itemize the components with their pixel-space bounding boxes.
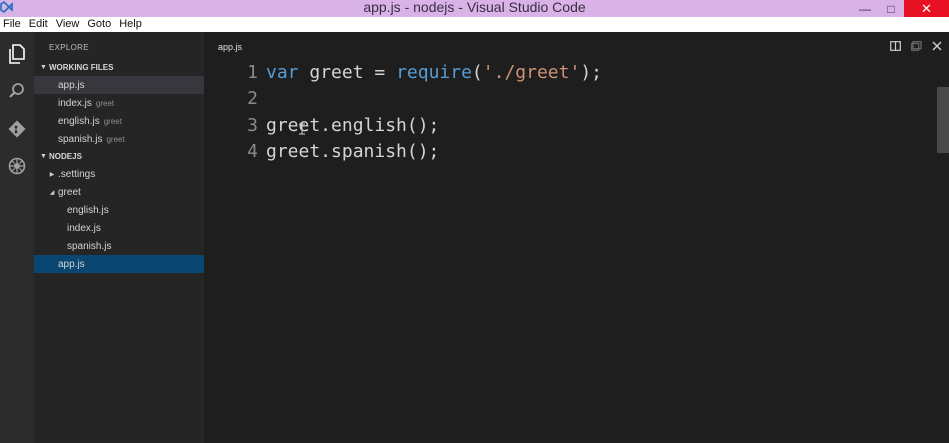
file-item[interactable]: english.js <box>34 201 204 219</box>
file-label: spanish.js <box>67 240 112 252</box>
file-item-selected[interactable]: app.js <box>34 255 204 273</box>
line-number: 4 <box>247 141 258 162</box>
chevron-right-icon: ▶ <box>49 171 55 178</box>
menu-view[interactable]: View <box>53 17 85 32</box>
code-token: greet = <box>298 61 397 83</box>
working-file-folder-hint: greet <box>106 134 125 144</box>
git-icon[interactable] <box>6 118 28 140</box>
menu-help[interactable]: Help <box>116 17 147 32</box>
code-token: greet.spanish(); <box>266 141 440 162</box>
code-line[interactable]: 2 <box>204 86 266 112</box>
working-file-folder-hint: greet <box>95 98 115 108</box>
code-text[interactable]: greet.spanish(); <box>266 141 439 162</box>
activity-bar <box>0 32 34 443</box>
code-token: require <box>396 61 472 83</box>
file-item[interactable]: spanish.js <box>34 237 204 255</box>
maximize-button[interactable]: □ <box>878 0 904 17</box>
working-file-item[interactable]: index.js greet <box>34 94 204 112</box>
explorer-sidebar: EXPLORE ▼ WORKING FILES app.js index.js … <box>34 32 204 443</box>
split-editor-icon[interactable] <box>889 40 901 52</box>
code-token: ( <box>471 61 483 83</box>
search-icon[interactable] <box>6 80 28 102</box>
working-file-item[interactable]: spanish.js greet <box>34 130 204 148</box>
code-token: './greet' <box>482 61 581 83</box>
file-label: index.js <box>67 222 101 234</box>
working-file-item[interactable]: english.js greet <box>34 112 204 130</box>
working-file-item[interactable]: app.js <box>34 76 204 94</box>
code-text[interactable]: greet.english(); <box>266 115 439 136</box>
working-file-label: app.js <box>58 79 85 91</box>
folder-item-settings[interactable]: ▶ .settings <box>34 165 204 183</box>
working-file-label: english.js <box>58 115 100 127</box>
file-label: app.js <box>58 258 85 270</box>
menu-bar: File Edit View Goto Help <box>0 17 949 32</box>
line-number: 3 <box>247 114 258 136</box>
file-item[interactable]: index.js <box>34 219 204 237</box>
vertical-scrollbar-thumb[interactable] <box>937 87 949 153</box>
line-number: 1 <box>247 61 258 83</box>
code-line[interactable]: 3 greet.english(); <box>204 112 439 138</box>
editor-pane[interactable]: app.js 1 var greet = require('./greet'); 2… <box>204 32 949 443</box>
folder-label: greet <box>58 186 81 198</box>
working-file-label: spanish.js <box>58 133 103 145</box>
file-label: english.js <box>67 204 109 216</box>
title-bar: app.js - nodejs - Visual Studio Code — □… <box>0 0 949 17</box>
code-line[interactable]: 1 var greet = require('./greet'); <box>204 59 602 85</box>
chevron-down-icon: ▼ <box>40 63 47 71</box>
close-editor-icon[interactable] <box>931 40 943 52</box>
window-title: app.js - nodejs - Visual Studio Code <box>363 0 586 15</box>
folder-label: .settings <box>58 168 96 180</box>
debug-icon[interactable] <box>6 155 28 177</box>
working-file-folder-hint: greet <box>103 116 122 126</box>
code-line[interactable]: 4 greet.spanish(); <box>204 139 439 165</box>
chevron-down-icon: ◢ <box>49 189 55 196</box>
project-label: NODEJS <box>49 151 82 161</box>
minimize-button[interactable]: — <box>852 0 878 17</box>
code-token: greet.english(); <box>266 114 440 136</box>
working-file-label: index.js <box>58 97 92 109</box>
explorer-title: EXPLORE <box>49 43 89 52</box>
editor-actions <box>889 40 943 52</box>
explorer-icon[interactable] <box>6 43 28 65</box>
menu-goto[interactable]: Goto <box>84 17 116 32</box>
working-files-label: WORKING FILES <box>49 62 114 72</box>
code-text[interactable]: var greet = require('./greet'); <box>266 62 602 83</box>
project-header[interactable]: ▼ NODEJS <box>38 147 82 165</box>
folder-item-greet[interactable]: ◢ greet <box>34 183 204 201</box>
menu-edit[interactable]: Edit <box>26 17 53 32</box>
line-number: 2 <box>247 88 258 109</box>
editor-tab-title[interactable]: app.js <box>218 42 242 52</box>
menu-file[interactable]: File <box>0 17 26 32</box>
text-cursor-icon <box>298 122 306 135</box>
close-button[interactable]: ✕ <box>904 0 949 17</box>
code-token: var <box>266 61 299 83</box>
chevron-down-icon: ▼ <box>40 152 47 160</box>
working-files-header[interactable]: ▼ WORKING FILES <box>38 58 113 76</box>
code-token: ); <box>580 61 602 83</box>
open-changes-icon[interactable] <box>910 40 922 52</box>
